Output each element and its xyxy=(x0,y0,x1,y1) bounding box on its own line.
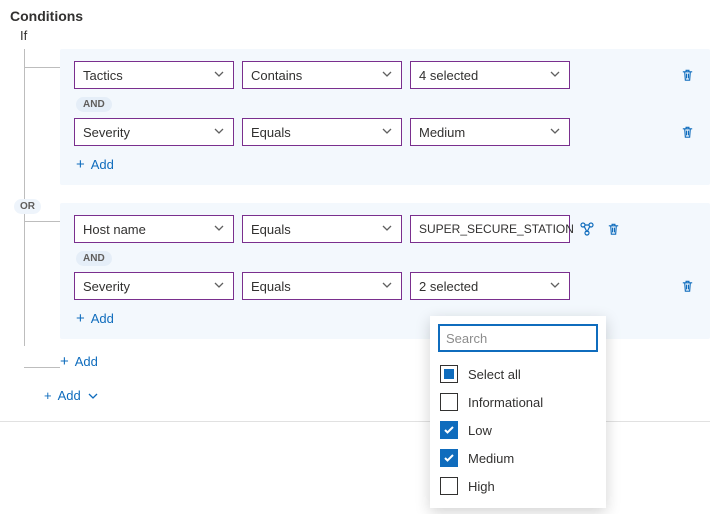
dropdown-option[interactable]: Low xyxy=(438,416,598,444)
condition-row: Host name Equals SUPER_SECURE_STATION xyxy=(74,215,696,243)
condition-row: Tactics Contains 4 selected xyxy=(74,61,696,89)
select-all-option[interactable]: Select all xyxy=(438,360,598,388)
delete-row-button[interactable] xyxy=(678,277,696,295)
and-chip: AND xyxy=(76,97,112,112)
operator-select[interactable]: Equals xyxy=(242,272,402,300)
if-label: If xyxy=(20,28,710,43)
condition-group: Tactics Contains 4 selected AND Severity… xyxy=(60,49,710,185)
condition-row: Severity Equals 2 selected xyxy=(74,272,696,300)
value-select[interactable]: 4 selected xyxy=(410,61,570,89)
checkbox-unchecked-icon xyxy=(440,477,458,495)
operator-select[interactable]: Equals xyxy=(242,215,402,243)
plus-icon: + xyxy=(60,353,69,370)
condition-row: Severity Equals Medium xyxy=(74,118,696,146)
operator-select[interactable]: Equals xyxy=(242,118,402,146)
add-root-button[interactable]: + Add xyxy=(44,388,99,403)
chevron-down-icon xyxy=(381,68,393,83)
page-title: Conditions xyxy=(10,8,700,24)
dropdown-search-input[interactable] xyxy=(438,324,598,352)
chevron-down-icon xyxy=(213,279,225,294)
checkbox-checked-icon xyxy=(440,421,458,439)
add-group-button[interactable]: +Add xyxy=(58,349,100,374)
chevron-down-icon xyxy=(381,279,393,294)
value-dropdown-panel: Select all Informational Low Medium High xyxy=(430,316,606,508)
dropdown-option[interactable]: High xyxy=(438,472,598,500)
plus-icon: + xyxy=(44,388,52,403)
and-chip: AND xyxy=(76,251,112,266)
checkbox-unchecked-icon xyxy=(440,393,458,411)
field-select[interactable]: Tactics xyxy=(74,61,234,89)
checkbox-indeterminate-icon xyxy=(440,365,458,383)
field-select[interactable]: Host name xyxy=(74,215,234,243)
chevron-down-icon xyxy=(381,222,393,237)
delete-row-button[interactable] xyxy=(604,220,622,238)
dropdown-option[interactable]: Medium xyxy=(438,444,598,472)
chevron-down-icon xyxy=(549,68,561,83)
chevron-down-icon xyxy=(381,125,393,140)
field-select[interactable]: Severity xyxy=(74,272,234,300)
plus-icon: + xyxy=(76,310,85,327)
chevron-down-icon xyxy=(213,68,225,83)
value-select[interactable]: SUPER_SECURE_STATION xyxy=(410,215,570,243)
add-condition-button[interactable]: +Add xyxy=(74,306,116,331)
entity-mapping-icon[interactable] xyxy=(578,220,596,238)
chevron-down-icon xyxy=(213,125,225,140)
delete-row-button[interactable] xyxy=(678,123,696,141)
plus-icon: + xyxy=(76,156,85,173)
value-select[interactable]: Medium xyxy=(410,118,570,146)
operator-select[interactable]: Contains xyxy=(242,61,402,89)
dropdown-option[interactable]: Informational xyxy=(438,388,598,416)
chevron-down-icon xyxy=(549,279,561,294)
add-condition-button[interactable]: +Add xyxy=(74,152,116,177)
chevron-down-icon xyxy=(213,222,225,237)
or-badge: OR xyxy=(14,199,41,214)
checkbox-checked-icon xyxy=(440,449,458,467)
value-select[interactable]: 2 selected xyxy=(410,272,570,300)
condition-group: Host name Equals SUPER_SECURE_STATION AN… xyxy=(60,203,710,339)
chevron-down-icon xyxy=(87,390,99,402)
delete-row-button[interactable] xyxy=(678,66,696,84)
field-select[interactable]: Severity xyxy=(74,118,234,146)
chevron-down-icon xyxy=(549,125,561,140)
